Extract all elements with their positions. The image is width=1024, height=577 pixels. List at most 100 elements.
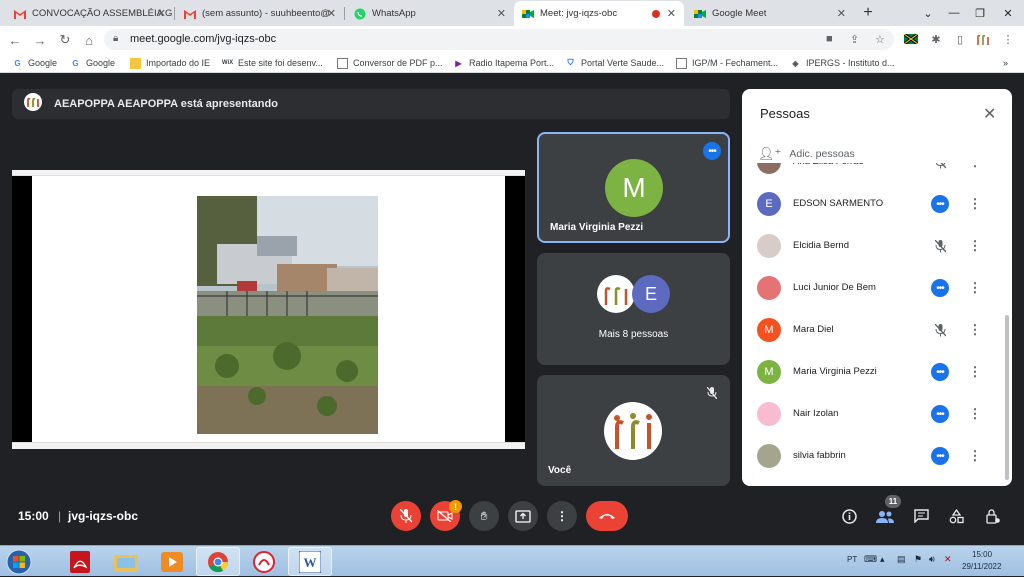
bookmark-star-icon[interactable]: ☆ <box>875 33 885 46</box>
forward-button[interactable]: → <box>31 31 49 49</box>
participant-tile-self[interactable]: Você <box>537 375 730 486</box>
participant-row[interactable]: Nair Izolan ••• ⋮ <box>742 393 1004 435</box>
participant-tile-group[interactable]: E Mais 8 pessoas <box>537 253 730 365</box>
activities-icon[interactable] <box>946 506 966 526</box>
participant-row[interactable]: Luci Junior De Bem ••• ⋮ <box>742 267 1004 309</box>
leave-call-button[interactable] <box>586 501 628 531</box>
participant-menu-icon[interactable]: ⋮ <box>969 237 982 255</box>
raise-hand-button[interactable]: ✋︎ <box>469 501 499 531</box>
side-panel-icon[interactable]: ▯ <box>952 31 968 47</box>
participant-row[interactable]: M Mara Diel ⋮ <box>742 309 1004 351</box>
taskbar-app[interactable] <box>242 547 286 576</box>
participant-menu-icon[interactable]: ⋮ <box>969 321 982 339</box>
more-bookmarks-label: » <box>1003 58 1009 68</box>
add-people-button[interactable]: 👤︎⁺ Adic. pessoas <box>758 146 855 162</box>
network-icon[interactable]: ▤ <box>897 554 906 565</box>
new-tab-button[interactable]: + <box>858 3 878 23</box>
close-tab-icon[interactable]: ✕ <box>497 7 506 20</box>
more-options-button[interactable]: ⋮ <box>547 501 577 531</box>
close-tab-icon[interactable]: ✕ <box>157 7 166 20</box>
flag-extension-icon[interactable] <box>903 31 919 47</box>
language-indicator[interactable]: PT <box>847 555 857 564</box>
close-tab-icon[interactable]: ✕ <box>837 7 846 20</box>
participant-menu-icon[interactable]: ⋮ <box>969 195 982 213</box>
self-label: Você <box>548 465 572 476</box>
people-icon[interactable] <box>875 506 895 526</box>
close-panel-button[interactable]: ✕ <box>983 104 996 124</box>
more-options-icon[interactable]: ••• <box>703 142 721 160</box>
participant-menu-icon[interactable]: ⋮ <box>969 279 982 297</box>
taskbar-word[interactable]: W <box>288 547 332 576</box>
taskbar-acrobat[interactable] <box>58 547 102 576</box>
close-window-button[interactable]: ✕ <box>994 0 1022 26</box>
host-controls-icon[interactable] <box>983 506 1003 526</box>
browser-menu-icon[interactable]: ⋮ <box>1000 31 1016 47</box>
tab-whatsapp[interactable]: WhatsApp ✕ <box>346 1 514 26</box>
tab-convocacao[interactable]: CONVOCAÇÃO ASSEMBLÉIA G ✕ <box>6 1 174 26</box>
reload-button[interactable]: ↻ <box>56 31 74 49</box>
bookmark-pdf[interactable]: Conversor de PDF p... <box>337 56 443 70</box>
close-tab-icon[interactable]: ✕ <box>327 7 336 20</box>
camera-warning-badge[interactable]: ! <box>449 500 462 513</box>
volume-icon[interactable]: 🔊︎ <box>929 554 935 565</box>
back-button[interactable]: ← <box>6 31 24 49</box>
bookmark-portal-verte[interactable]: ⛉ Portal Verte Saude... <box>565 56 665 70</box>
camera-icon[interactable]: ■ <box>826 33 833 45</box>
start-button[interactable] <box>3 547 35 577</box>
bookmark-google-2[interactable]: G Google <box>70 56 115 70</box>
bookmark-label: Radio Itapema Port... <box>469 58 555 68</box>
chat-icon[interactable] <box>911 506 931 526</box>
bookmark-google-1[interactable]: G Google <box>12 56 57 70</box>
bookmark-ipergs[interactable]: ◈ IPERGS - Instituto d... <box>790 56 894 70</box>
share-icon[interactable]: ⇪ <box>850 33 859 46</box>
profile-avatar-icon[interactable] <box>975 31 991 47</box>
minimize-button[interactable]: — <box>940 0 968 26</box>
tab-meet-active[interactable]: Meet: jvg-iqzs-obc ✕ <box>514 1 684 26</box>
people-list-scrollbar[interactable] <box>1005 315 1009 480</box>
gmail-icon <box>14 8 26 20</box>
folder-icon <box>114 554 138 572</box>
participant-menu-icon[interactable]: ⋮ <box>969 447 982 465</box>
taskbar-media-player[interactable] <box>150 547 194 576</box>
group-avatar: E <box>632 275 670 313</box>
taskbar-time[interactable]: 15:00 <box>972 550 992 559</box>
taskbar-explorer[interactable] <box>104 547 148 576</box>
meeting-clock: 15:00 <box>18 509 49 523</box>
participant-row[interactable]: silvia fabbrin ••• ⋮ <box>742 435 1004 477</box>
participant-row[interactable]: E EDSON SARMENTO ••• ⋮ <box>742 183 1004 225</box>
pdf-icon <box>70 550 90 573</box>
bookmark-igpm[interactable]: IGP/M - Fechament... <box>676 56 778 70</box>
bookmark-label: Importado do IE <box>146 58 211 68</box>
tab-search-button[interactable]: ⌄ <box>914 0 942 26</box>
keyboard-icon[interactable]: ⌨︎ <box>864 554 877 565</box>
participant-row[interactable]: Elcidia Bernd ⋮ <box>742 225 1004 267</box>
more-bookmarks-button[interactable]: » <box>1003 56 1008 70</box>
tab-sem-assunto[interactable]: (sem assunto) - suuhbeento@ ✕ <box>176 1 344 26</box>
tab-google-meet[interactable]: Google Meet ✕ <box>686 1 854 26</box>
taskbar-chrome[interactable] <box>196 547 240 576</box>
participant-menu-icon[interactable]: ⋮ <box>969 405 982 423</box>
participant-row[interactable]: Ana Elisa Ferrão ⋮ <box>742 163 1004 183</box>
participant-row[interactable]: M Maria Virginia Pezzi ••• ⋮ <box>742 351 1004 393</box>
meeting-details-icon[interactable] <box>839 506 859 526</box>
participant-menu-icon[interactable]: ⋮ <box>969 363 982 381</box>
taskbar-date[interactable]: 29/11/2022 <box>962 562 1001 571</box>
present-now-button[interactable] <box>508 501 538 531</box>
bookmark-wix[interactable]: WiX Este site foi desenv... <box>222 56 323 70</box>
participant-tile-speaker[interactable]: M ••• Maria Virginia Pezzi <box>537 132 730 243</box>
notification-icon[interactable]: ✕ <box>944 554 952 565</box>
participant-name: EDSON SARMENTO <box>793 198 884 209</box>
end-call-icon <box>599 514 615 519</box>
address-bar[interactable]: 🔒︎ meet.google.com/jvg-iqzs-obc ■ ⇪ ☆ <box>104 29 894 50</box>
toggle-mic-button[interactable] <box>391 501 421 531</box>
bookmark-importado[interactable]: Importado do IE <box>130 56 210 70</box>
home-icon[interactable]: ⌂ <box>80 31 98 49</box>
bookmark-radio[interactable]: ▶ Radio Itapema Port... <box>453 56 554 70</box>
participant-menu-icon[interactable]: ⋮ <box>969 163 982 171</box>
extensions-icon[interactable]: ✱ <box>928 31 944 47</box>
more-people-label: Mais 8 pessoas <box>598 329 669 340</box>
close-tab-icon[interactable]: ✕ <box>667 7 676 20</box>
restore-button[interactable]: ❐ <box>966 0 994 26</box>
tray-expand-icon[interactable]: ▴ <box>880 554 885 565</box>
flag-icon[interactable]: ⚑ <box>914 554 922 565</box>
